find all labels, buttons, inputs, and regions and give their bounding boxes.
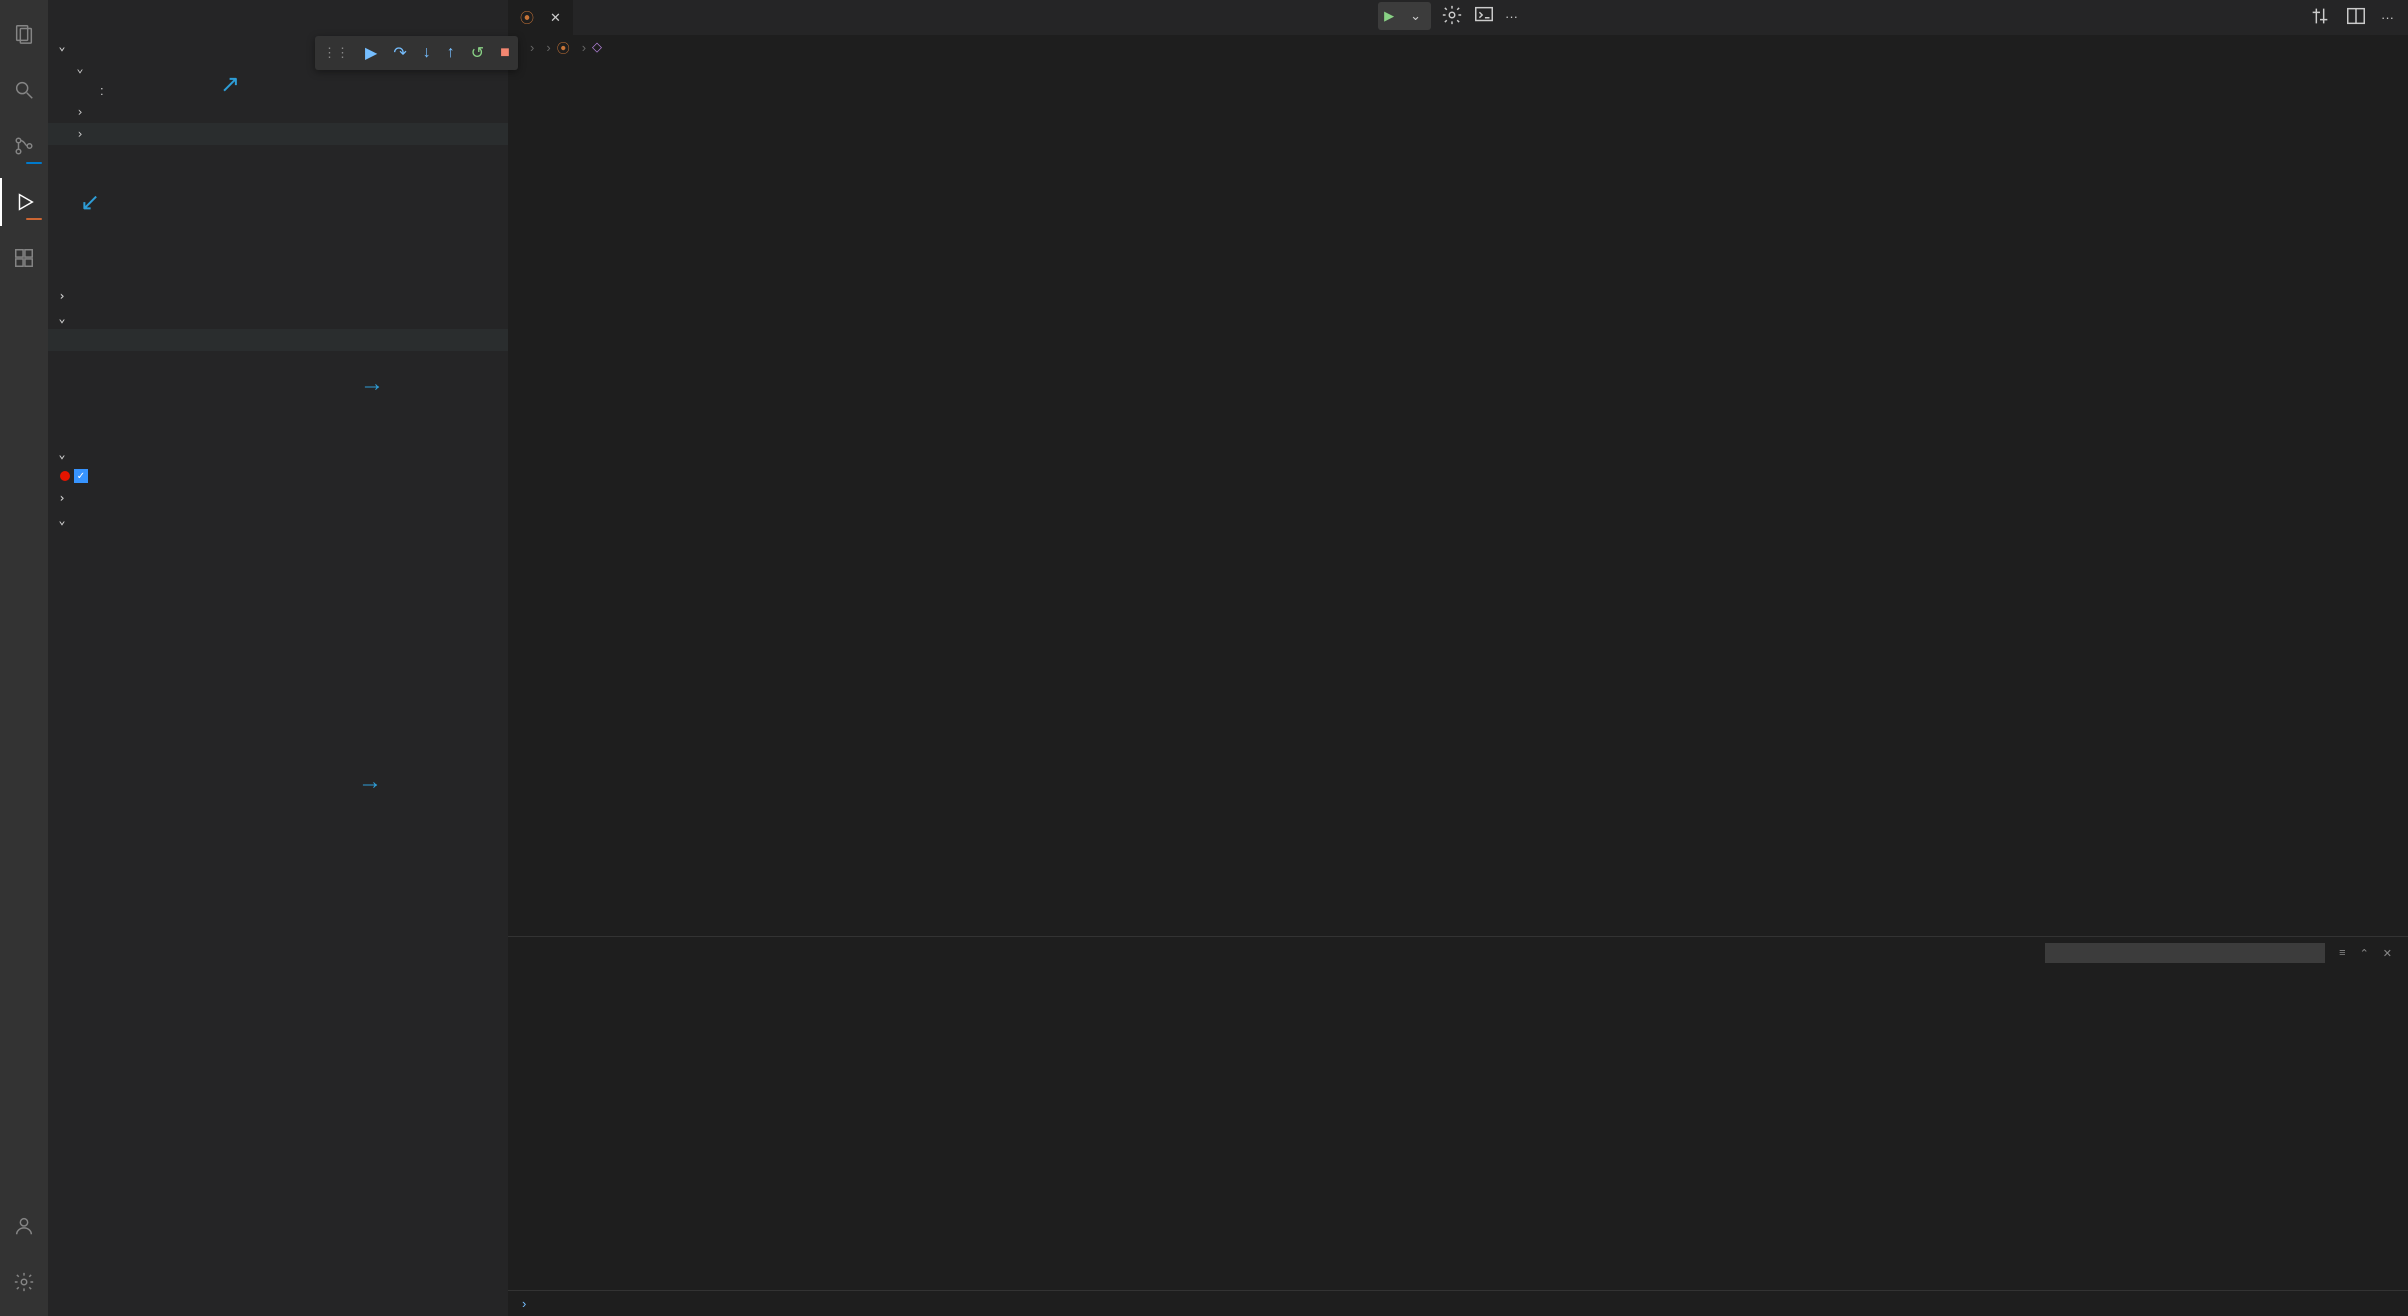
debug-console-output xyxy=(508,969,2408,1290)
restart-button[interactable]: ↺ xyxy=(471,43,484,63)
run-debug-icon[interactable] xyxy=(0,178,48,226)
start-debug-icon[interactable]: ▶ xyxy=(1384,8,1394,24)
close-panel-icon[interactable]: ✕ xyxy=(2383,947,2392,960)
source-control-icon[interactable] xyxy=(0,122,48,170)
grip-icon[interactable]: ⋮⋮ xyxy=(323,45,349,61)
activity-bar xyxy=(0,0,48,1316)
section-breakpoints[interactable]: ⌄ xyxy=(48,443,508,465)
panel-tabs: ≡ ⌃ ✕ xyxy=(508,937,2408,969)
scope-static[interactable]: › xyxy=(48,123,508,145)
run-sidebar: ⌄ ⌄ : › › › ⌄ ⌄ xyxy=(48,0,508,1316)
run-top-controls: ▶ ⌄ ··· xyxy=(1378,2,1518,30)
section-cortex-reg[interactable]: ⌄ xyxy=(48,509,508,531)
checkbox-icon[interactable]: ✓ xyxy=(74,469,88,483)
split-editor-icon[interactable] xyxy=(2345,5,2367,30)
rust-file-icon: ⦿ xyxy=(520,8,534,28)
continue-button[interactable]: ▶ xyxy=(365,43,377,63)
chevron-down-icon: ⌄ xyxy=(1410,8,1421,24)
more-icon[interactable]: ··· xyxy=(1505,9,1518,24)
debug-console-input-row: › xyxy=(508,1290,2408,1316)
expand-panel-icon[interactable]: ⌃ xyxy=(2360,947,2369,960)
settings-gear-icon[interactable] xyxy=(0,1258,48,1306)
debug-badge xyxy=(26,218,42,220)
section-cortex-periph[interactable]: › xyxy=(48,487,508,509)
debug-console-input[interactable] xyxy=(534,1296,2408,1311)
section-watch[interactable]: › xyxy=(48,285,508,307)
stack-frame[interactable] xyxy=(48,351,508,373)
editor-group: ⦿ ✕ ··· › › ⦿› ◇ xyxy=(508,0,2408,1316)
variable-row[interactable]: : xyxy=(48,79,508,101)
breadcrumb[interactable]: › › ⦿› ◇ xyxy=(508,35,2408,59)
compare-changes-icon[interactable] xyxy=(2309,5,2331,30)
breakpoint-row[interactable]: ✓ xyxy=(48,465,508,487)
prompt-icon: › xyxy=(522,1296,526,1311)
stack-frame[interactable] xyxy=(48,329,508,351)
editor-tab[interactable]: ⦿ ✕ xyxy=(508,0,574,35)
minimap[interactable] xyxy=(2348,59,2408,936)
explorer-icon[interactable] xyxy=(0,10,48,58)
console-filter-input[interactable] xyxy=(2045,943,2325,963)
debug-console-shortcut-icon[interactable] xyxy=(1473,4,1495,29)
bottom-panel: ≡ ⌃ ✕ › xyxy=(508,936,2408,1316)
code-editor[interactable] xyxy=(508,59,2408,936)
close-icon[interactable]: ✕ xyxy=(550,10,561,26)
section-callstack[interactable]: ⌄ xyxy=(48,307,508,329)
stop-button[interactable]: ■ xyxy=(500,44,510,62)
word-wrap-icon[interactable]: ≡ xyxy=(2339,947,2345,959)
debug-toolbar: ⋮⋮ ▶ ↷ ↓ ↑ ↺ ■ xyxy=(315,36,518,70)
launch-config-dropdown[interactable]: ▶ ⌄ xyxy=(1378,2,1431,30)
scm-badge xyxy=(26,162,42,164)
more-icon[interactable]: ··· xyxy=(2381,10,2394,25)
step-into-button[interactable]: ↓ xyxy=(423,44,431,62)
breakpoint-icon xyxy=(60,471,70,481)
gear-icon[interactable] xyxy=(1441,4,1463,29)
extensions-icon[interactable] xyxy=(0,234,48,282)
step-out-button[interactable]: ↑ xyxy=(447,44,455,62)
search-icon[interactable] xyxy=(0,66,48,114)
scope-global[interactable]: › xyxy=(48,101,508,123)
accounts-icon[interactable] xyxy=(0,1202,48,1250)
step-over-button[interactable]: ↷ xyxy=(393,43,406,63)
sidebar-title xyxy=(48,0,508,35)
